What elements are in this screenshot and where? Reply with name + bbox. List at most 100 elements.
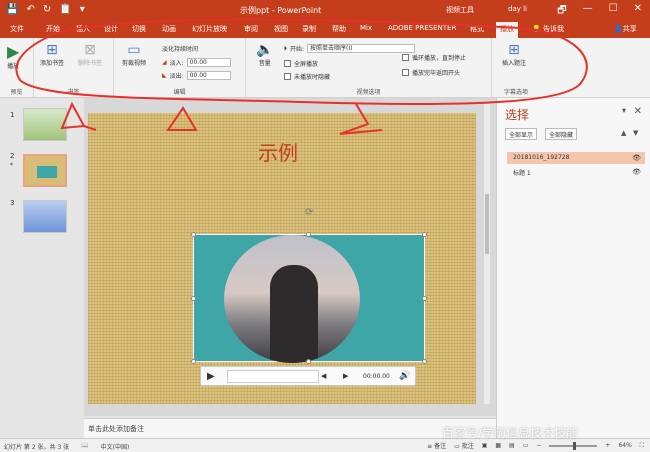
pane-close-icon[interactable]: ✕ <box>634 106 642 117</box>
resize-handle-br[interactable] <box>422 359 427 364</box>
notes-pane[interactable]: 单击此处添加备注 <box>84 418 496 438</box>
trim-video-icon: ▭ <box>127 42 141 58</box>
loop-checkbox[interactable] <box>402 54 409 61</box>
visibility-eye-icon[interactable]: 👁 <box>632 154 641 162</box>
thumbnail-slide-1[interactable] <box>23 108 67 141</box>
slide-sorter-icon[interactable]: ▦ <box>495 442 501 449</box>
player-progress-track[interactable] <box>227 370 319 383</box>
zoom-slider[interactable] <box>549 441 598 450</box>
window-title: 示例ppt - PowerPoint <box>240 6 322 15</box>
rewind-option[interactable]: 播放完毕返回开头 <box>402 68 460 77</box>
rotate-handle-icon[interactable]: ⟳ <box>305 207 313 218</box>
ribbon-playback: ▶ 播放 预览 ⊞ 添加书签 ⊠ 删除书签 书签 ▭ 剪裁视频 淡化持续时间 ◢… <box>0 38 650 98</box>
tab-design[interactable]: 设计 <box>104 24 118 34</box>
resize-handle-l[interactable] <box>191 296 196 301</box>
zoom-slider-knob[interactable] <box>573 441 577 450</box>
tab-insert[interactable]: 插入 <box>76 24 90 34</box>
start-dropdown[interactable]: 按照单击顺序(I) <box>307 44 416 53</box>
tab-format[interactable]: 格式 <box>470 24 484 34</box>
tab-recording[interactable]: 录制 <box>302 24 316 34</box>
user-name[interactable]: day li <box>508 5 527 13</box>
close-icon[interactable]: ✕ <box>634 3 642 20</box>
person-icon: 👤 <box>614 25 623 33</box>
tab-mix[interactable]: Mix <box>360 24 372 32</box>
hide-all-button[interactable]: 全部隐藏 <box>545 128 578 140</box>
selection-pane-title: 选择 <box>505 108 530 122</box>
spellcheck-icon[interactable]: 📖 <box>81 442 88 451</box>
rewind-checkbox[interactable] <box>402 69 409 76</box>
tab-view[interactable]: 视图 <box>274 24 288 34</box>
play-button[interactable]: ▶ 播放 <box>7 42 19 70</box>
resize-handle-tr[interactable] <box>422 232 427 237</box>
group-caption-options: ⊞ 插入题注 字幕选项 <box>492 38 540 98</box>
comments-toggle[interactable]: ▭ 批注 <box>454 441 474 450</box>
notes-toggle[interactable]: ≡ 备注 <box>427 441 446 450</box>
undo-icon[interactable]: ↶ <box>26 4 34 15</box>
thumb-video-preview <box>37 166 57 178</box>
normal-view-icon[interactable]: ▣ <box>482 442 488 449</box>
add-bookmark-button[interactable]: ⊞ 添加书签 <box>40 42 64 67</box>
zoom-out-icon[interactable]: − <box>536 442 541 449</box>
tab-review[interactable]: 审阅 <box>244 24 258 34</box>
volume-button[interactable]: 🔈 音量 <box>256 42 273 67</box>
thumbnail-slide-3[interactable] <box>23 200 67 233</box>
tab-help[interactable]: 帮助 <box>332 24 346 34</box>
loop-option[interactable]: 循环播放，直到停止 <box>402 53 466 62</box>
thumbnail-slide-2[interactable] <box>23 154 67 187</box>
redo-icon[interactable]: ↻ <box>43 4 51 15</box>
player-volume-icon[interactable]: 🔊 <box>399 371 410 381</box>
hide-not-playing-checkbox[interactable] <box>284 73 291 80</box>
slideshow-view-icon[interactable]: ▭ <box>523 442 529 449</box>
fade-in-input[interactable]: 00.00 <box>186 58 231 67</box>
tell-me-search[interactable]: 💡 告诉我 <box>532 24 564 34</box>
scrollbar-thumb[interactable] <box>485 194 489 254</box>
save-icon[interactable]: 💾 <box>6 4 18 15</box>
bring-forward-icon[interactable]: ▲ <box>621 129 626 137</box>
tab-home[interactable]: 开始 <box>46 24 60 34</box>
zoom-in-icon[interactable]: + <box>605 442 610 449</box>
resize-handle-b[interactable] <box>306 359 311 364</box>
fullscreen-checkbox[interactable] <box>284 60 291 67</box>
fullscreen-option[interactable]: 全屏播放 <box>284 59 318 68</box>
group-label-video-options: 视频选项 <box>356 89 381 96</box>
video-object[interactable] <box>193 234 425 363</box>
share-button[interactable]: 👤共享 <box>614 24 637 34</box>
tab-file[interactable]: 文件 <box>10 24 24 34</box>
selection-item-video[interactable]: 20181016_192728 👁 <box>507 152 645 164</box>
ribbon-display-icon[interactable]: 🗗 <box>557 3 566 20</box>
remove-bookmark-button[interactable]: ⊠ 删除书签 <box>78 42 102 67</box>
vertical-scrollbar[interactable] <box>484 104 490 404</box>
tab-animations[interactable]: 动画 <box>162 24 176 34</box>
selection-item-title[interactable]: 标题 1 👁 <box>507 166 645 178</box>
language-indicator[interactable]: 中文(中国) <box>101 442 130 451</box>
tab-transitions[interactable]: 切换 <box>132 24 146 34</box>
fit-slide-icon[interactable]: ⛶ <box>640 442 644 450</box>
tab-slideshow[interactable]: 幻灯片放映 <box>192 24 227 34</box>
tab-adobe-presenter[interactable]: ADOBE PRESENTER <box>388 24 456 32</box>
reading-view-icon[interactable]: ▤ <box>509 442 515 449</box>
maximize-icon[interactable]: ☐ <box>609 3 618 20</box>
minimize-icon[interactable]: — <box>583 3 593 20</box>
resize-handle-tl[interactable] <box>191 232 196 237</box>
player-forward-icon[interactable]: ▶ <box>343 372 348 380</box>
quick-access-toolbar: 💾 ↶ ↻ 📋 ▾ <box>6 4 85 15</box>
zoom-level[interactable]: 64% <box>618 442 631 449</box>
player-rewind-icon[interactable]: ◀ <box>321 372 326 380</box>
show-all-button[interactable]: 全部显示 <box>505 128 538 140</box>
present-icon[interactable]: 📋 <box>59 4 71 15</box>
slide-title[interactable]: 示例 <box>258 137 298 166</box>
visibility-eye-icon[interactable]: 👁 <box>632 168 641 176</box>
player-play-icon[interactable]: ▶ <box>207 371 215 382</box>
hide-not-playing-option[interactable]: 未播放时隐藏 <box>284 72 330 81</box>
customize-qat-icon[interactable]: ▾ <box>80 4 85 15</box>
trim-video-button[interactable]: ▭ 剪裁视频 <box>122 42 146 67</box>
fade-out-input[interactable]: 00.00 <box>186 71 231 80</box>
resize-handle-t[interactable] <box>306 232 311 237</box>
resize-handle-bl[interactable] <box>191 359 196 364</box>
insert-caption-button[interactable]: ⊞ 插入题注 <box>502 42 526 67</box>
send-backward-icon[interactable]: ▼ <box>633 129 638 137</box>
tab-playback[interactable]: 播放 <box>496 22 518 38</box>
pane-options-icon[interactable]: ▾ <box>622 106 626 115</box>
title-bar: 💾 ↶ ↻ 📋 ▾ 示例ppt - PowerPoint 视频工具 day li… <box>0 0 650 20</box>
resize-handle-r[interactable] <box>422 296 427 301</box>
